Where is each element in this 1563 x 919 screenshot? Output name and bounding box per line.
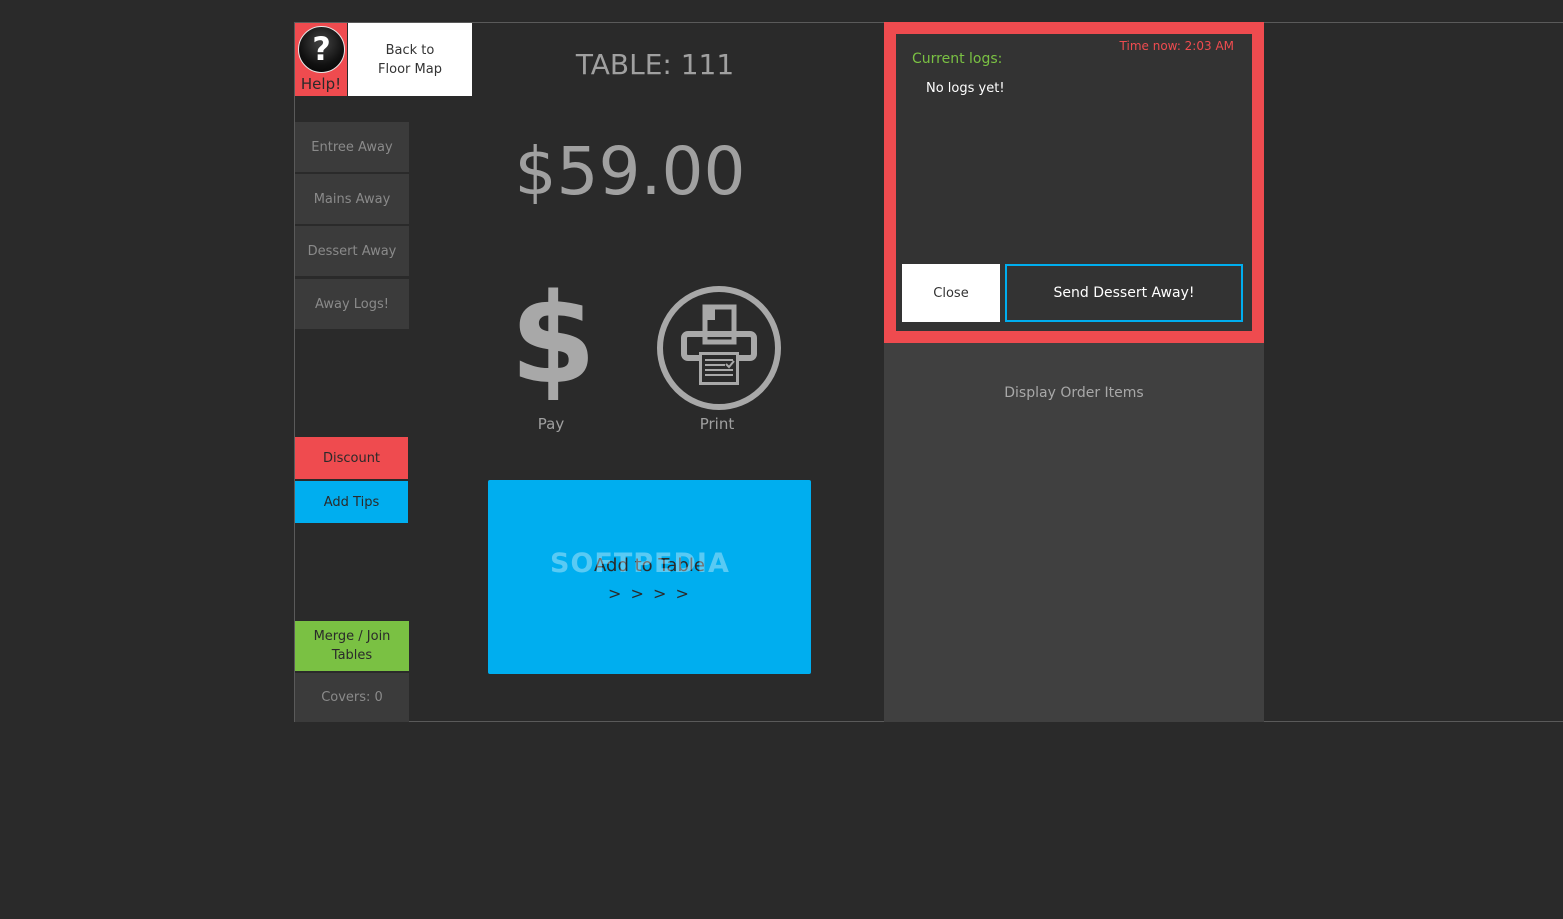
away-logs-dialog: Time now: 2:03 AM Current logs: No logs … (884, 22, 1264, 343)
mains-away-button[interactable]: Mains Away (295, 174, 409, 224)
table-title: TABLE: 111 (575, 48, 735, 81)
order-items-panel: Display Order Items (884, 342, 1264, 722)
order-items-label: Display Order Items (1004, 385, 1144, 401)
back-label-line1: Back to (385, 42, 435, 58)
add-tips-button[interactable]: Add Tips (295, 481, 408, 523)
question-icon: ? (298, 26, 345, 73)
add-to-table-arrows: > > > > (608, 584, 691, 603)
merge-join-tables-button[interactable]: Merge / Join Tables (295, 621, 409, 671)
print-label[interactable]: Print (677, 415, 757, 433)
logs-title: Current logs: (912, 51, 1003, 67)
help-label: Help! (300, 75, 342, 93)
add-to-table-button[interactable]: Add to Table > > > > (488, 480, 811, 674)
back-label-line2: Floor Map (378, 61, 442, 77)
merge-label-line2: Tables (331, 648, 373, 663)
help-button[interactable]: ? Help! (295, 23, 347, 96)
dollar-icon[interactable]: $ (510, 275, 596, 405)
close-button[interactable]: Close (902, 264, 1000, 322)
logs-content: Time now: 2:03 AM Current logs: No logs … (896, 34, 1252, 331)
printer-icon[interactable] (655, 284, 783, 412)
dessert-away-button[interactable]: Dessert Away (295, 226, 409, 276)
total-amount: $59.00 (514, 133, 746, 210)
merge-label-line1: Merge / Join (313, 629, 391, 644)
covers-count[interactable]: Covers: 0 (295, 673, 409, 722)
current-time: Time now: 2:03 AM (1119, 39, 1234, 53)
entree-away-button[interactable]: Entree Away (295, 122, 409, 172)
logs-empty-text: No logs yet! (926, 81, 1005, 96)
pay-label[interactable]: Pay (511, 415, 591, 433)
add-to-table-label: Add to Table (594, 555, 705, 576)
discount-button[interactable]: Discount (295, 437, 408, 479)
back-to-floor-map-button[interactable]: Back to Floor Map (348, 23, 472, 96)
away-logs-button[interactable]: Away Logs! (295, 279, 409, 329)
send-dessert-away-button[interactable]: Send Dessert Away! (1005, 264, 1243, 322)
